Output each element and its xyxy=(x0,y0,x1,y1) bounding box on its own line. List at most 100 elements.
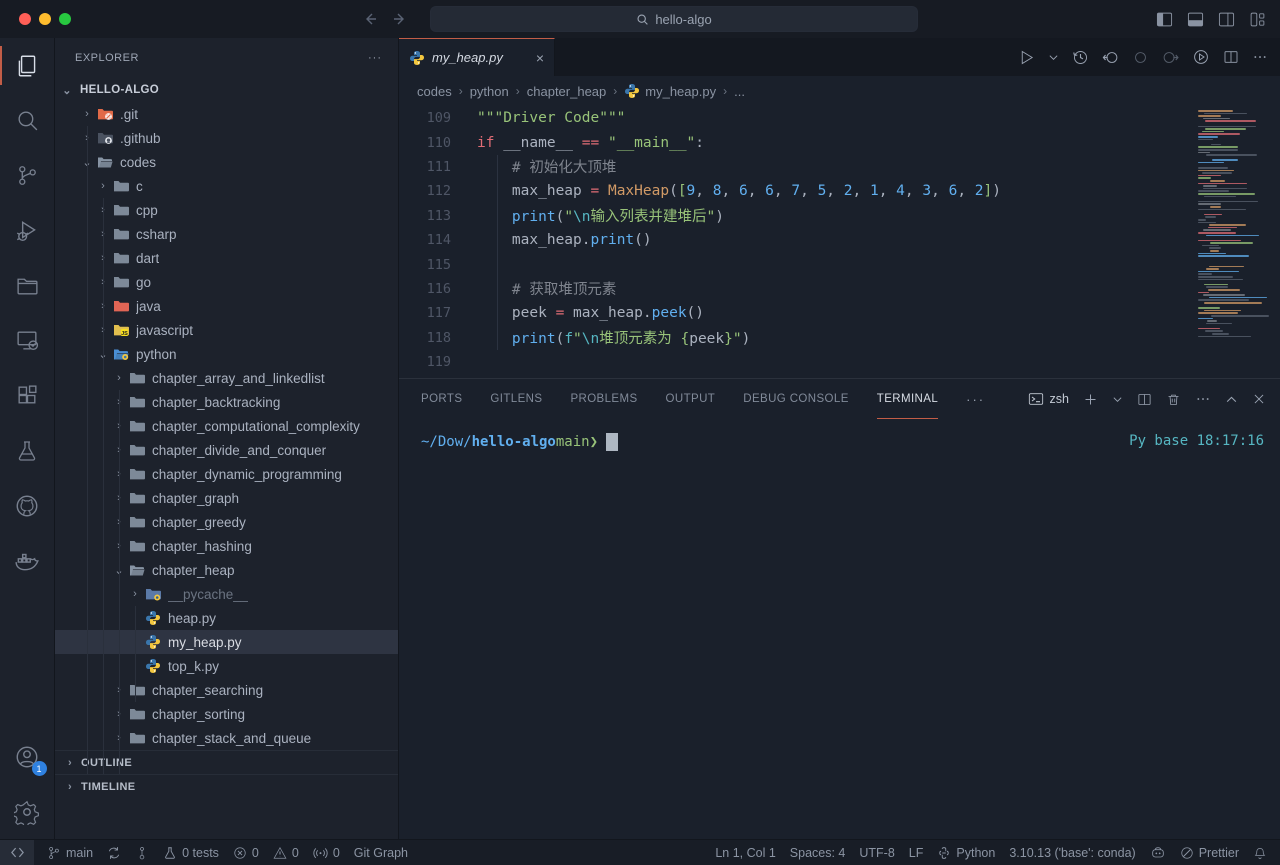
close-icon[interactable]: × xyxy=(536,50,544,66)
plus-icon[interactable] xyxy=(1083,392,1098,407)
status-prettier[interactable]: Prettier xyxy=(1173,840,1246,865)
tree-item-chapter-dynamic-programming[interactable]: ›chapter_dynamic_programming xyxy=(55,462,398,486)
zoom-window-button[interactable] xyxy=(59,13,71,25)
tree-item-python[interactable]: ⌄python xyxy=(55,342,398,366)
section-timeline[interactable]: ›TIMELINE xyxy=(55,774,398,798)
code-editor[interactable]: 109"""Driver Code"""110if __name__ == "_… xyxy=(399,106,1280,378)
status-git-graph[interactable]: Git Graph xyxy=(347,840,415,865)
run-circle-icon[interactable] xyxy=(1192,48,1210,66)
tree-item-codes[interactable]: ⌄codes xyxy=(55,150,398,174)
panel-tab-problems[interactable]: PROBLEMS xyxy=(570,379,637,419)
chevron-down-icon[interactable] xyxy=(1048,52,1059,63)
tree-item-dart[interactable]: ›dart xyxy=(55,246,398,270)
layout-sidebar-icon[interactable] xyxy=(1156,11,1173,28)
tree-item-chapter-computational-complexity[interactable]: ›chapter_computational_complexity xyxy=(55,414,398,438)
nav-back-icon[interactable] xyxy=(362,11,378,27)
status-python[interactable]: Python xyxy=(930,840,1002,865)
activity-testing[interactable] xyxy=(0,423,55,478)
layout-customize-icon[interactable] xyxy=(1249,11,1266,28)
chevron-up-icon[interactable] xyxy=(1225,393,1238,406)
breadcrumb-item-chapter-heap[interactable]: chapter_heap xyxy=(527,84,607,99)
status-ln-1-col-1[interactable]: Ln 1, Col 1 xyxy=(708,840,782,865)
tree-item-go[interactable]: ›go xyxy=(55,270,398,294)
nav-circle-icon[interactable] xyxy=(1132,49,1149,66)
panel-tab-debug-console[interactable]: DEBUG CONSOLE xyxy=(743,379,849,419)
status-main[interactable]: main xyxy=(40,840,100,865)
minimize-window-button[interactable] xyxy=(39,13,51,25)
tree-item-chapter-array-and-linkedlist[interactable]: ›chapter_array_and_linkedlist xyxy=(55,366,398,390)
panel-tab-ports[interactable]: PORTS xyxy=(421,379,462,419)
tree-item-top-k-py[interactable]: top_k.py xyxy=(55,654,398,678)
status-gitlens-icon[interactable] xyxy=(128,840,156,865)
status-remote-icon[interactable] xyxy=(0,840,34,865)
status-copilot-icon[interactable] xyxy=(1143,840,1173,865)
shell-selector[interactable]: zsh xyxy=(1028,391,1069,407)
run-icon[interactable] xyxy=(1018,49,1035,66)
tree-item-chapter-graph[interactable]: ›chapter_graph xyxy=(55,486,398,510)
tree-item--git[interactable]: ›.git xyxy=(55,102,398,126)
activity-settings[interactable] xyxy=(0,784,55,839)
activity-explorer[interactable] xyxy=(0,38,55,93)
command-center-search[interactable]: hello-algo xyxy=(430,6,918,32)
tree-item-c[interactable]: ›c xyxy=(55,174,398,198)
activity-github[interactable] xyxy=(0,478,55,533)
activity-source-control[interactable] xyxy=(0,148,55,203)
ellipsis-icon[interactable] xyxy=(1195,391,1211,407)
split-panel-icon[interactable] xyxy=(1137,392,1152,407)
status-utf-8[interactable]: UTF-8 xyxy=(852,840,901,865)
activity-run-debug[interactable] xyxy=(0,203,55,258)
minimap[interactable] xyxy=(1198,110,1266,338)
activity-remote-explorer[interactable] xyxy=(0,313,55,368)
status-3-10-13-base-conda-[interactable]: 3.10.13 ('base': conda) xyxy=(1002,840,1142,865)
activity-docker[interactable] xyxy=(0,533,55,588)
history-icon[interactable] xyxy=(1072,49,1089,66)
tree-item-javascript[interactable]: ›JSjavascript xyxy=(55,318,398,342)
trash-icon[interactable] xyxy=(1166,392,1181,407)
status-0[interactable]: 0 xyxy=(266,840,306,865)
split-editor-icon[interactable] xyxy=(1223,49,1239,65)
nav-forward-icon[interactable] xyxy=(392,11,408,27)
chevron-down-icon[interactable] xyxy=(1112,394,1123,405)
tree-item-chapter-sorting[interactable]: ›chapter_sorting xyxy=(55,702,398,726)
panel-tabs-more-icon[interactable]: ··· xyxy=(966,392,985,407)
close-window-button[interactable] xyxy=(19,13,31,25)
breadcrumb-item-codes[interactable]: codes xyxy=(417,84,452,99)
tree-item-my-heap-py[interactable]: my_heap.py xyxy=(55,630,398,654)
activity-search[interactable] xyxy=(0,93,55,148)
status-sync-icon[interactable] xyxy=(100,840,128,865)
activity-accounts[interactable]: 1 xyxy=(0,729,55,784)
status-spaces-4[interactable]: Spaces: 4 xyxy=(783,840,853,865)
status-bell-icon[interactable] xyxy=(1246,840,1274,865)
breadcrumb-item--[interactable]: ... xyxy=(734,84,745,99)
tree-item-heap-py[interactable]: heap.py xyxy=(55,606,398,630)
tree-item-chapter-hashing[interactable]: ›chapter_hashing xyxy=(55,534,398,558)
status-0[interactable]: 0 xyxy=(306,840,347,865)
terminal[interactable]: ~/Dow/hello-algo main ❯ Py base 18:17:16 xyxy=(399,419,1280,839)
panel-tab-terminal[interactable]: TERMINAL xyxy=(877,379,938,419)
status-0-tests[interactable]: 0 tests xyxy=(156,840,226,865)
tree-item-csharp[interactable]: ›csharp xyxy=(55,222,398,246)
section-outline[interactable]: ›OUTLINE xyxy=(55,750,398,774)
tree-item-chapter-stack-and-queue[interactable]: ›chapter_stack_and_queue xyxy=(55,726,398,750)
status-0[interactable]: 0 xyxy=(226,840,266,865)
activity-file-explorer-ext[interactable] xyxy=(0,258,55,313)
tree-item--pycache-[interactable]: ›__pycache__ xyxy=(55,582,398,606)
panel-tab-output[interactable]: OUTPUT xyxy=(666,379,716,419)
tree-item-chapter-backtracking[interactable]: ›chapter_backtracking xyxy=(55,390,398,414)
tree-root-hello-algo[interactable]: ⌄HELLO-ALGO xyxy=(55,78,398,102)
tree-item-chapter-greedy[interactable]: ›chapter_greedy xyxy=(55,510,398,534)
layout-secondary-sidebar-icon[interactable] xyxy=(1218,11,1235,28)
layout-panel-icon[interactable] xyxy=(1187,11,1204,28)
ellipsis-icon[interactable]: ··· xyxy=(368,52,382,64)
nav-back-icon[interactable] xyxy=(1102,49,1119,66)
close-icon[interactable] xyxy=(1252,392,1266,406)
panel-tab-gitlens[interactable]: GITLENS xyxy=(490,379,542,419)
tree-item-chapter-searching[interactable]: ›chapter_searching xyxy=(55,678,398,702)
tree-item-cpp[interactable]: ›cpp xyxy=(55,198,398,222)
tree-item-chapter-divide-and-conquer[interactable]: ›chapter_divide_and_conquer xyxy=(55,438,398,462)
breadcrumb-item-my-heap-py[interactable]: my_heap.py xyxy=(624,83,716,99)
tab-my-heap[interactable]: my_heap.py × xyxy=(399,38,555,76)
ellipsis-icon[interactable] xyxy=(1252,49,1268,65)
tree-item-chapter-heap[interactable]: ⌄chapter_heap xyxy=(55,558,398,582)
breadcrumb-item-python[interactable]: python xyxy=(470,84,509,99)
